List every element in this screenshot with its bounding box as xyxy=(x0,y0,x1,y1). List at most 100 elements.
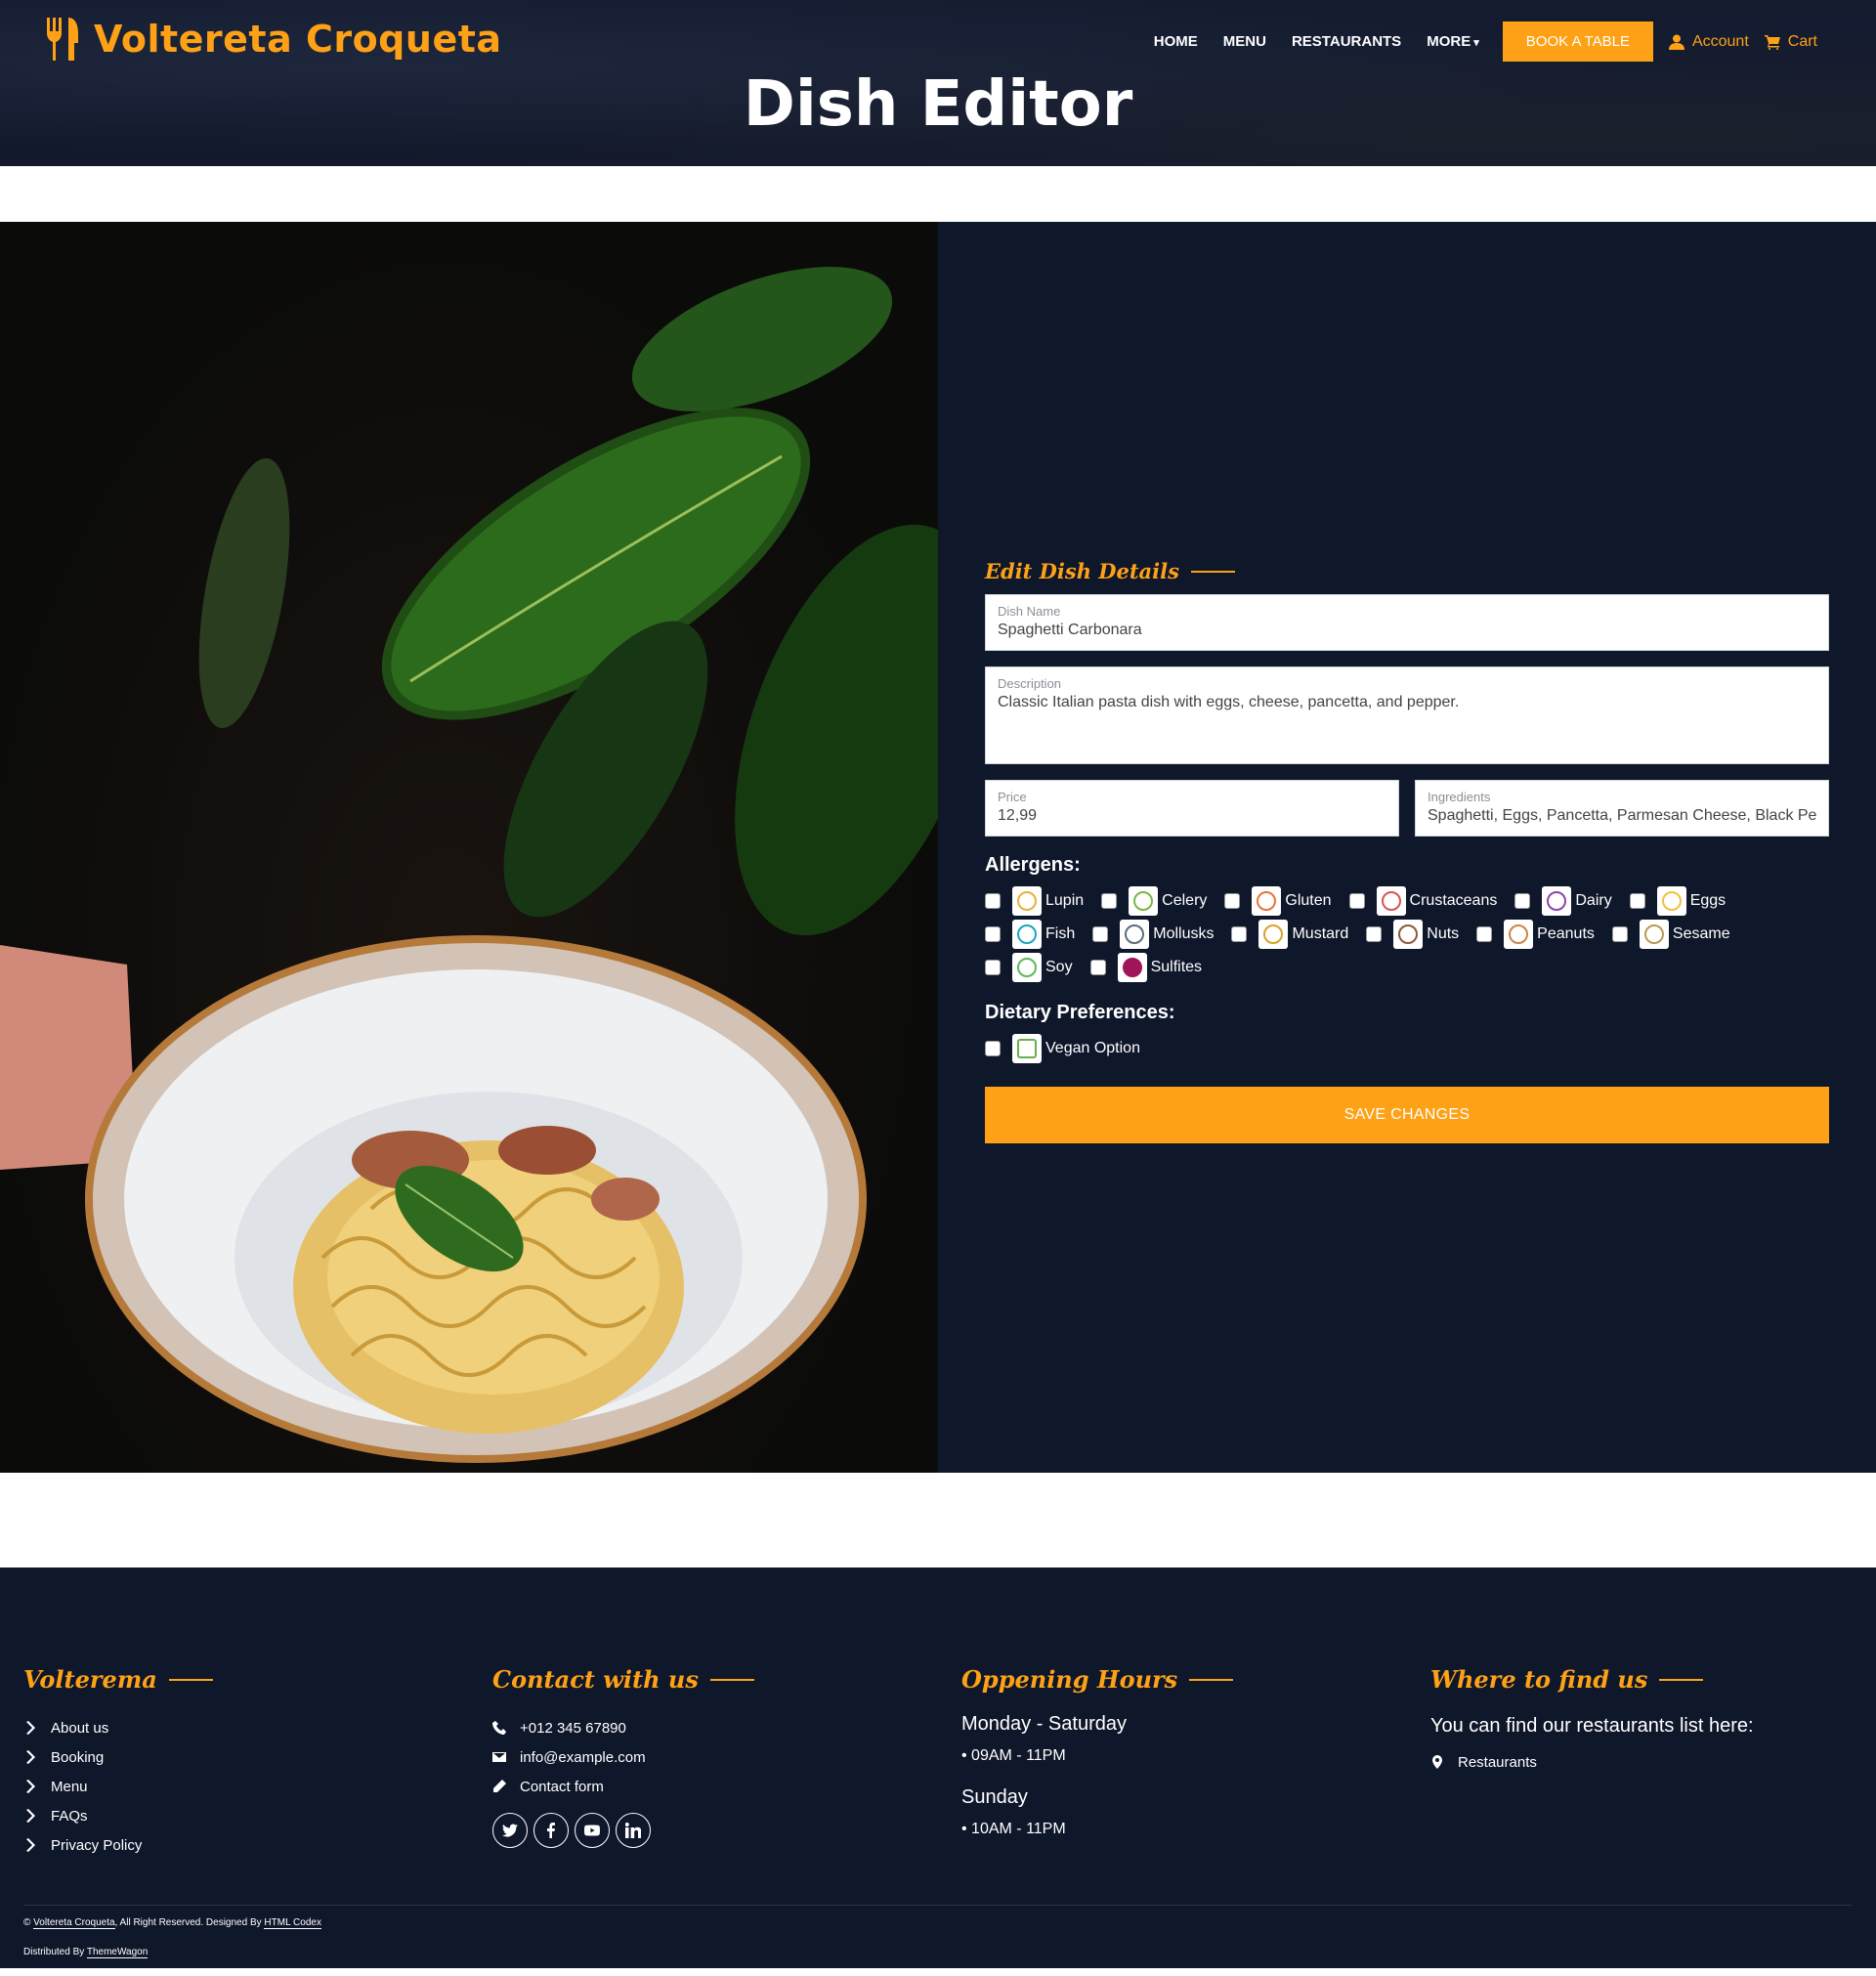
allergen-lupin[interactable]: Lupin xyxy=(985,884,1084,918)
account-link[interactable]: Account xyxy=(1668,33,1749,51)
footer-link-about[interactable]: About us xyxy=(23,1713,213,1742)
cart-label: Cart xyxy=(1787,32,1817,50)
checkbox[interactable] xyxy=(1089,960,1106,975)
allergen-label: Mustard xyxy=(1292,925,1349,942)
allergen-sulfites[interactable]: Sulfites xyxy=(1089,951,1202,984)
twitter-icon[interactable] xyxy=(492,1813,528,1848)
nav-restaurants[interactable]: RESTAURANTS xyxy=(1292,33,1401,50)
dish-name-field[interactable]: Dish Name Spaghetti Carbonara xyxy=(985,594,1829,651)
checkbox[interactable] xyxy=(985,960,1001,975)
ingredients-value: Spaghetti, Eggs, Pancetta, Parmesan Chee… xyxy=(1428,807,1816,824)
allergen-dairy[interactable]: Dairy xyxy=(1514,884,1612,918)
allergen-mustard[interactable]: Mustard xyxy=(1231,918,1348,951)
footer-col-hours: Oppening Hours Monday - Saturday • 09AM … xyxy=(961,1665,1234,1838)
form-section-title: Edit Dish Details xyxy=(985,559,1829,583)
pencil-icon xyxy=(493,1780,506,1792)
contact-email[interactable]: info@example.com xyxy=(492,1742,754,1772)
footer-col2-title: Contact with us xyxy=(492,1665,754,1694)
nuts-icon xyxy=(1393,920,1424,949)
allergen-crustaceans[interactable]: Crustaceans xyxy=(1348,884,1498,918)
allergen-label: Sesame xyxy=(1672,925,1730,942)
allergen-soy[interactable]: Soy xyxy=(985,951,1073,984)
checkbox[interactable] xyxy=(985,893,1001,909)
footer-col3-title: Oppening Hours xyxy=(961,1665,1234,1694)
copyright-line: © Voltereta Croqueta, All Right Reserved… xyxy=(23,1917,1853,1947)
checkbox[interactable] xyxy=(1476,926,1493,942)
distributor-link[interactable]: ThemeWagon xyxy=(86,1947,149,1958)
copyright-bar: © Voltereta Croqueta, All Right Reserved… xyxy=(23,1905,1853,1976)
description-field[interactable]: Description Classic Italian pasta dish w… xyxy=(985,666,1829,764)
checkbox[interactable] xyxy=(1224,893,1241,909)
dairy-icon xyxy=(1542,886,1572,916)
checkbox[interactable] xyxy=(1366,926,1383,942)
footer-col4-title: Where to find us xyxy=(1430,1665,1754,1694)
checkbox[interactable] xyxy=(1101,893,1118,909)
footer-link-booking[interactable]: Booking xyxy=(23,1742,213,1772)
allergen-label: Crustaceans xyxy=(1409,892,1498,909)
title-underline xyxy=(1189,1678,1234,1681)
save-changes-button[interactable]: SAVE CHANGES xyxy=(985,1087,1829,1143)
checkbox[interactable] xyxy=(1231,926,1248,942)
contact-phone[interactable]: +012 345 67890 xyxy=(492,1713,754,1742)
checkbox[interactable] xyxy=(1629,893,1645,909)
mustard-icon xyxy=(1258,920,1289,949)
checkbox[interactable] xyxy=(1092,926,1109,942)
designer-link[interactable]: HTML Codex xyxy=(264,1917,321,1929)
nav-more-dropdown[interactable]: MORE xyxy=(1427,33,1479,50)
checkbox[interactable] xyxy=(985,1041,1001,1056)
dish-name-value: Spaghetti Carbonara xyxy=(998,622,1142,638)
hours-time-weekdays: • 09AM - 11PM xyxy=(961,1747,1066,1764)
checkbox[interactable] xyxy=(1514,893,1531,909)
allergen-label: Fish xyxy=(1045,925,1076,942)
footer-link-menu[interactable]: Menu xyxy=(23,1772,213,1801)
allergen-celery[interactable]: Celery xyxy=(1101,884,1207,918)
footer-link-label: About us xyxy=(51,1719,109,1737)
price-field[interactable]: Price 12,99 xyxy=(985,780,1399,837)
nav-menu[interactable]: MENU xyxy=(1223,33,1266,50)
utensils-icon xyxy=(47,18,78,61)
brand-logo[interactable]: Voltereta Croqueta xyxy=(45,18,502,61)
allergen-eggs[interactable]: Eggs xyxy=(1629,884,1726,918)
allergen-gluten[interactable]: Gluten xyxy=(1224,884,1332,918)
social-links xyxy=(492,1813,754,1848)
allergen-peanuts[interactable]: Peanuts xyxy=(1476,918,1595,951)
dietary-vegan[interactable]: Vegan Option xyxy=(985,1032,1140,1065)
title-underline xyxy=(1659,1678,1704,1681)
contact-form-link[interactable]: Contact form xyxy=(492,1772,754,1801)
soy-icon xyxy=(1012,953,1042,982)
celery-icon xyxy=(1129,886,1159,916)
map-pin-icon xyxy=(1432,1755,1442,1769)
facebook-icon[interactable] xyxy=(533,1813,569,1848)
allergen-label: Soy xyxy=(1045,959,1073,975)
checkbox[interactable] xyxy=(1611,926,1628,942)
allergen-nuts[interactable]: Nuts xyxy=(1366,918,1459,951)
book-table-button[interactable]: BOOK A TABLE xyxy=(1502,21,1653,62)
chevron-right-icon xyxy=(26,1750,35,1764)
restaurants-link-text: Restaurants xyxy=(1458,1753,1537,1771)
checkbox[interactable] xyxy=(985,926,1001,942)
checkbox[interactable] xyxy=(1348,893,1365,909)
gluten-icon xyxy=(1252,886,1282,916)
dietary-label: Vegan Option xyxy=(1045,1040,1140,1056)
ingredients-label: Ingredients xyxy=(1428,790,1491,804)
copyright-brand-link[interactable]: Voltereta Croqueta xyxy=(33,1917,115,1929)
linkedin-icon[interactable] xyxy=(616,1813,651,1848)
title-underline xyxy=(1190,570,1235,573)
allergen-label: Celery xyxy=(1162,892,1208,909)
footer-link-faqs[interactable]: FAQs xyxy=(23,1801,213,1830)
cart-link[interactable]: Cart xyxy=(1764,32,1817,51)
main-nav: HOME MENU RESTAURANTS MORE BOOK A TABLE … xyxy=(1129,21,1817,62)
nav-home[interactable]: HOME xyxy=(1154,33,1198,50)
where-text: You can find our restaurants list here: xyxy=(1430,1715,1754,1737)
description-value: Classic Italian pasta dish with eggs, ch… xyxy=(998,694,1460,710)
allergen-mollusks[interactable]: Mollusks xyxy=(1092,918,1214,951)
allergen-sesame[interactable]: Sesame xyxy=(1611,918,1730,951)
youtube-icon[interactable] xyxy=(575,1813,610,1848)
allergen-fish[interactable]: Fish xyxy=(985,918,1075,951)
price-value: 12,99 xyxy=(998,807,1038,824)
edit-panel: Edit Dish Details Dish Name Spaghetti Ca… xyxy=(938,222,1876,1473)
restaurants-link[interactable]: Restaurants xyxy=(1430,1747,1754,1777)
ingredients-field[interactable]: Ingredients Spaghetti, Eggs, Pancetta, P… xyxy=(1415,780,1829,837)
allergens-list: Lupin Celery Gluten Crustaceans Dairy Eg… xyxy=(985,884,1829,984)
footer-link-privacy[interactable]: Privacy Policy xyxy=(23,1830,213,1860)
